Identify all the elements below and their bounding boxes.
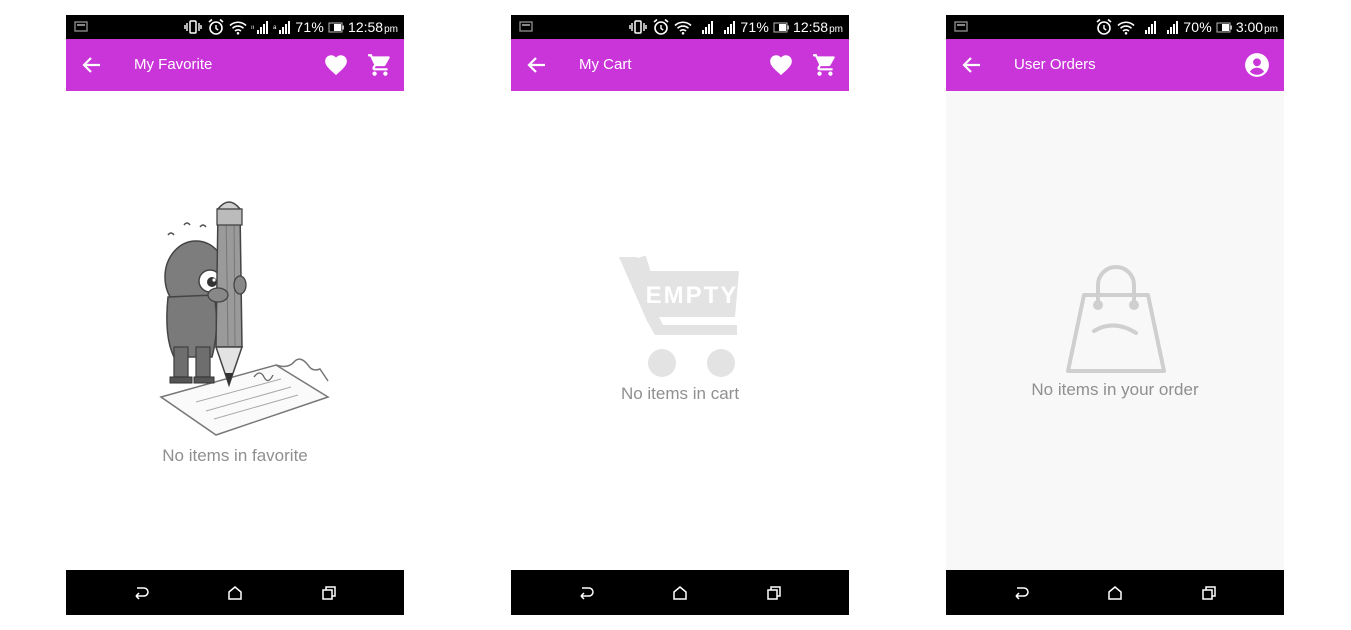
screenshot-notification-icon (519, 21, 533, 32)
recents-icon[interactable] (1200, 584, 1218, 602)
signal-icon (702, 20, 714, 34)
screen-user-orders: 70% 3:00pm User Orders No items in your … (946, 15, 1284, 615)
alarm-icon (208, 18, 224, 35)
signal-icon: a (273, 20, 291, 34)
battery-percent: 70% (1183, 19, 1212, 35)
empty-message: No items in cart (620, 384, 740, 403)
signal-icon (1167, 20, 1179, 34)
wifi-icon (229, 21, 247, 35)
clock-ampm: pm (384, 24, 398, 35)
wifi-icon (674, 21, 692, 35)
back-arrow-icon[interactable] (80, 53, 104, 77)
empty-orders-view: No items in your order (946, 91, 1284, 570)
alarm-icon (653, 18, 669, 35)
screenshot-notification-icon (74, 21, 88, 32)
back-arrow-icon[interactable] (525, 53, 549, 77)
recents-icon[interactable] (765, 584, 783, 602)
system-nav-bar (66, 570, 404, 615)
vibrate-icon (184, 20, 203, 34)
home-icon[interactable] (671, 584, 689, 602)
signal-icon: ıı (251, 20, 269, 34)
screenshot-notification-icon (954, 21, 968, 32)
app-bar: User Orders (946, 39, 1284, 91)
cart-icon[interactable] (367, 52, 393, 78)
clock-time: 3:00 (1235, 19, 1264, 35)
svg-text:ıı: ıı (251, 25, 255, 31)
battery-icon (1216, 22, 1232, 32)
empty-message: No items in your order (1031, 380, 1199, 399)
back-icon[interactable] (577, 584, 595, 602)
battery-percent: 71% (295, 19, 325, 35)
heart-icon[interactable] (768, 52, 794, 78)
signal-icon (724, 20, 736, 34)
screen-my-favorite: ıı a 71% 12:58pm My Favorite No items in… (66, 15, 404, 615)
status-bar: 71% 12:58pm (511, 15, 849, 39)
clock-time: 12:58 (793, 19, 829, 35)
clock-ampm: pm (829, 24, 843, 35)
wifi-icon (1117, 21, 1135, 35)
battery-icon (773, 22, 790, 32)
page-title: My Cart (579, 56, 632, 73)
app-bar: My Cart (511, 39, 849, 91)
page-title: User Orders (1014, 56, 1096, 73)
back-icon[interactable] (132, 584, 150, 602)
clock: 12:58pm (348, 19, 398, 35)
alarm-icon (1096, 18, 1112, 35)
home-icon[interactable] (1106, 584, 1124, 602)
battery-percent: 71% (740, 19, 770, 35)
empty-cart-illustration: EMPTY (619, 255, 739, 377)
app-bar: My Favorite (66, 39, 404, 91)
empty-cart-view: EMPTY No items in cart (511, 91, 849, 570)
status-bar: ıı a 71% 12:58pm (66, 15, 404, 39)
empty-badge: EMPTY (646, 282, 739, 309)
signal-icon (1145, 20, 1157, 34)
clock-ampm: pm (1264, 24, 1278, 35)
sad-shopping-bag-illustration (1066, 265, 1166, 373)
heart-icon[interactable] (323, 52, 349, 78)
clock: 12:58pm (793, 19, 843, 35)
system-nav-bar (946, 570, 1284, 615)
system-nav-bar (511, 570, 849, 615)
clock-time: 12:58 (348, 19, 384, 35)
home-icon[interactable] (226, 584, 244, 602)
page-title: My Favorite (134, 56, 213, 73)
back-icon[interactable] (1012, 584, 1030, 602)
status-bar: 70% 3:00pm (946, 15, 1284, 39)
empty-favorite-view: No items in favorite (66, 91, 404, 570)
cart-icon[interactable] (812, 52, 838, 78)
back-arrow-icon[interactable] (960, 53, 984, 77)
vibrate-icon (629, 20, 648, 34)
clock: 3:00pm (1236, 19, 1278, 35)
drawing-character-illustration (159, 201, 330, 436)
recents-icon[interactable] (320, 584, 338, 602)
svg-text:a: a (273, 25, 277, 31)
screen-my-cart: 71% 12:58pm My Cart EMPTY No items in ca… (511, 15, 849, 615)
empty-message: No items in favorite (162, 446, 308, 465)
account-icon[interactable] (1244, 52, 1270, 78)
battery-icon (328, 22, 345, 32)
